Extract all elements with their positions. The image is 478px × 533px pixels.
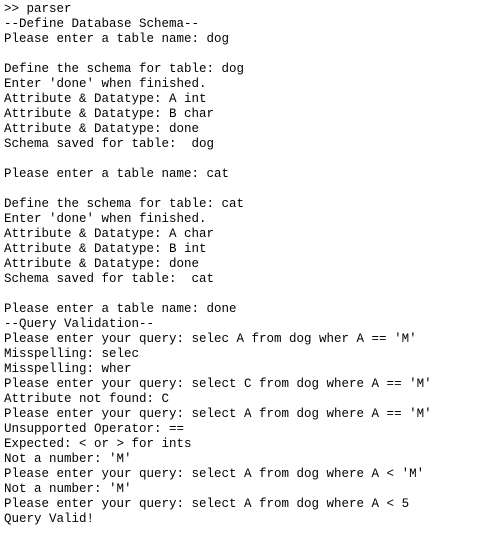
terminal-line: Please enter a table name: done <box>4 302 237 316</box>
terminal-line: Misspelling: selec <box>4 347 140 361</box>
terminal-output[interactable]: >> parser --Define Database Schema-- Ple… <box>4 2 474 530</box>
terminal-line: --Define Database Schema-- <box>4 17 200 31</box>
terminal-line: Please enter your query: select C from d… <box>4 377 432 391</box>
terminal-line: Schema saved for table: cat <box>4 272 215 286</box>
terminal-line: Not a number: 'M' <box>4 452 132 466</box>
terminal-line: Attribute not found: C <box>4 392 170 406</box>
terminal-line: Attribute & Datatype: done <box>4 257 200 271</box>
terminal-line: Not a number: 'M' <box>4 482 132 496</box>
terminal-line: Attribute & Datatype: B char <box>4 107 215 121</box>
terminal-line: Attribute & Datatype: B int <box>4 242 207 256</box>
terminal-line: Misspelling: wher <box>4 362 132 376</box>
terminal-line: Attribute & Datatype: done <box>4 122 200 136</box>
terminal-line: Please enter your query: select A from d… <box>4 497 410 511</box>
terminal-line: Enter 'done' when finished. <box>4 77 207 91</box>
terminal-line: >> parser <box>4 2 72 16</box>
terminal-line: Please enter a table name: cat <box>4 167 230 181</box>
terminal-line: Please enter your query: select A from d… <box>4 467 425 481</box>
terminal-line: Please enter a table name: dog <box>4 32 230 46</box>
terminal-line: --Query Validation-- <box>4 317 155 331</box>
terminal-line: Schema saved for table: dog <box>4 137 215 151</box>
terminal-line: Attribute & Datatype: A char <box>4 227 215 241</box>
terminal-line: Please enter your query: selec A from do… <box>4 332 417 346</box>
terminal-line: Enter 'done' when finished. <box>4 212 207 226</box>
terminal-line: Please enter your query: select A from d… <box>4 407 432 421</box>
terminal-line: Expected: < or > for ints <box>4 437 192 451</box>
terminal-line: Attribute & Datatype: A int <box>4 92 207 106</box>
terminal-line: Unsupported Operator: == <box>4 422 185 436</box>
terminal-line: Define the schema for table: dog <box>4 62 245 76</box>
terminal-line: Define the schema for table: cat <box>4 197 245 211</box>
terminal-line: Query Valid! <box>4 512 95 526</box>
